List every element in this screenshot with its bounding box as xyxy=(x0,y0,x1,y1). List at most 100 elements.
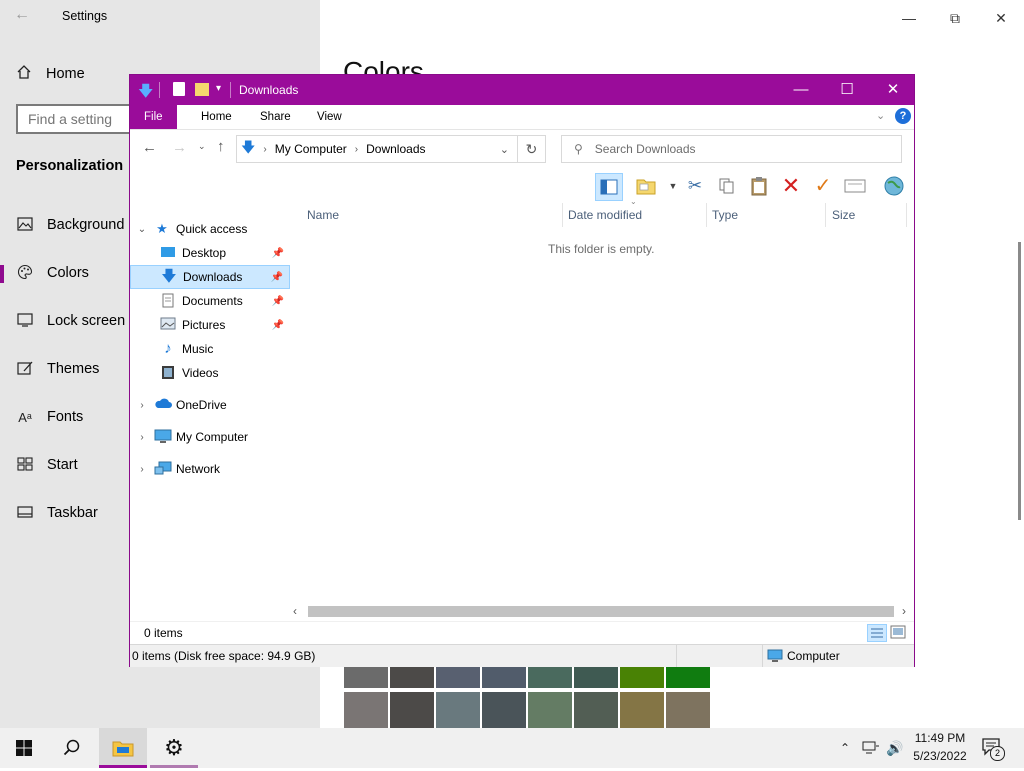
file-explorer-taskbar-icon[interactable] xyxy=(99,728,147,768)
color-swatch[interactable] xyxy=(390,666,434,688)
color-swatch[interactable] xyxy=(574,692,618,728)
address-dropdown-icon[interactable]: ⌄ xyxy=(500,143,509,156)
chevron-right-icon[interactable]: › xyxy=(136,464,148,475)
expand-ribbon-icon[interactable]: ⌄ xyxy=(876,109,885,122)
tab-view[interactable]: View xyxy=(303,105,356,129)
chevron-right-icon[interactable]: › xyxy=(136,400,148,411)
chevron-down-icon[interactable]: ⌄ xyxy=(136,224,148,235)
delete-icon[interactable]: ✕ xyxy=(778,173,804,199)
tab-home[interactable]: Home xyxy=(187,105,246,129)
windows-start-icon[interactable] xyxy=(0,728,48,768)
nav-music[interactable]: ♪ Music xyxy=(130,337,290,361)
scroll-left-icon[interactable]: ‹ xyxy=(293,604,297,618)
scrollbar-thumb[interactable] xyxy=(1018,242,1021,520)
tab-share[interactable]: Share xyxy=(246,105,305,129)
column-divider[interactable] xyxy=(825,203,826,227)
show-hidden-icons-icon[interactable]: ⌃ xyxy=(840,728,850,768)
restore-icon[interactable]: ⧉ xyxy=(932,4,978,32)
color-swatch[interactable] xyxy=(436,692,480,728)
nav-videos[interactable]: Videos xyxy=(130,361,290,385)
column-divider[interactable] xyxy=(906,203,907,227)
scrollbar-thumb[interactable] xyxy=(308,606,894,617)
desktop-icon xyxy=(160,245,176,261)
color-swatch[interactable] xyxy=(620,692,664,728)
breadcrumb-my-computer[interactable]: My Computer xyxy=(275,142,347,156)
settings-gear-icon[interactable]: ⚙ xyxy=(150,728,198,768)
status-text: 0 items (Disk free space: 94.9 GB) xyxy=(132,649,316,663)
breadcrumb-downloads[interactable]: Downloads xyxy=(366,142,425,156)
minimize-icon[interactable]: — xyxy=(778,75,824,105)
maximize-icon[interactable]: ☐ xyxy=(824,75,870,105)
nav-documents[interactable]: Documents 📌 xyxy=(130,289,290,313)
color-swatch[interactable] xyxy=(482,666,526,688)
up-arrow-icon[interactable]: ↑ xyxy=(217,138,225,155)
new-folder-icon[interactable] xyxy=(195,83,209,96)
downloads-icon: 🡇 xyxy=(241,139,256,155)
column-divider[interactable] xyxy=(562,203,563,227)
help-icon[interactable]: ? xyxy=(895,108,911,124)
close-icon[interactable]: ✕ xyxy=(978,4,1024,32)
nav-pictures[interactable]: Pictures 📌 xyxy=(130,313,290,337)
volume-icon[interactable]: 🔊 xyxy=(886,728,903,768)
color-swatch[interactable] xyxy=(574,666,618,688)
nav-network[interactable]: › Network xyxy=(130,457,290,481)
nav-onedrive[interactable]: › OneDrive xyxy=(130,393,290,417)
horizontal-scrollbar[interactable]: ‹ › xyxy=(290,603,914,620)
cloud-icon xyxy=(154,397,172,413)
nav-label: Documents xyxy=(182,294,243,308)
nav-quick-access[interactable]: ⌄ ★ Quick access xyxy=(130,217,290,241)
new-item-icon[interactable] xyxy=(633,173,659,199)
color-swatch[interactable] xyxy=(620,666,664,688)
close-icon[interactable]: ✕ xyxy=(870,75,916,105)
color-swatch[interactable] xyxy=(666,692,710,728)
column-divider[interactable] xyxy=(706,203,707,227)
lock-screen-icon xyxy=(16,312,34,330)
navigation-pane-icon[interactable] xyxy=(595,173,623,201)
notification-center-icon[interactable]: 2 xyxy=(982,737,1005,761)
nav-my-computer[interactable]: › My Computer xyxy=(130,425,290,449)
minimize-icon[interactable]: — xyxy=(886,4,932,32)
nav-desktop[interactable]: Desktop 📌 xyxy=(130,241,290,265)
column-header-size[interactable]: Size xyxy=(832,203,855,227)
palette-icon xyxy=(16,264,34,283)
scroll-right-icon[interactable]: › xyxy=(902,604,906,618)
color-swatch[interactable] xyxy=(528,666,572,688)
refresh-icon[interactable]: ↻ xyxy=(518,135,546,163)
search-box[interactable]: ⚲ Search Downloads xyxy=(561,135,902,163)
color-swatch[interactable] xyxy=(528,692,572,728)
globe-icon[interactable] xyxy=(881,173,907,199)
nav-label: Pictures xyxy=(182,318,226,332)
nav-downloads[interactable]: 🡇 Downloads 📌 xyxy=(130,265,290,289)
rename-check-icon[interactable]: ✓ xyxy=(810,173,836,199)
notification-count-badge: 2 xyxy=(990,746,1005,761)
copy-icon[interactable] xyxy=(714,173,740,199)
column-header-date-modified[interactable]: Date modified xyxy=(568,203,642,227)
column-header-name[interactable]: Name xyxy=(307,203,339,227)
color-swatch[interactable] xyxy=(344,666,388,688)
forward-arrow-icon[interactable]: → xyxy=(172,139,187,156)
address-bar[interactable]: 🡇 › My Computer › Downloads ⌄ xyxy=(236,135,518,163)
details-view-icon[interactable] xyxy=(867,624,887,642)
properties-icon[interactable] xyxy=(173,82,185,96)
tab-file[interactable]: File xyxy=(130,105,177,129)
recent-locations-icon[interactable]: ⌄ xyxy=(198,141,206,152)
color-swatch[interactable] xyxy=(482,692,526,728)
column-header-type[interactable]: Type xyxy=(712,203,738,227)
cut-icon[interactable]: ✂ xyxy=(682,173,708,199)
paste-icon[interactable] xyxy=(746,173,772,199)
properties-icon[interactable] xyxy=(842,173,868,199)
search-icon[interactable] xyxy=(48,728,96,768)
explorer-titlebar[interactable]: 🡇 ▾ Downloads — ☐ ✕ xyxy=(130,75,914,105)
color-swatch[interactable] xyxy=(344,692,388,728)
back-arrow-icon[interactable]: ← xyxy=(14,6,34,26)
chevron-right-icon[interactable]: › xyxy=(136,432,148,443)
large-icons-view-icon[interactable] xyxy=(890,625,906,642)
customize-quick-access-icon[interactable]: ▾ xyxy=(216,83,221,94)
network-tray-icon[interactable] xyxy=(862,728,880,768)
home-link[interactable]: Home xyxy=(16,62,85,86)
pin-icon: 📌 xyxy=(271,247,284,259)
color-swatch[interactable] xyxy=(666,666,710,688)
color-swatch[interactable] xyxy=(390,692,434,728)
color-swatch[interactable] xyxy=(436,666,480,688)
back-arrow-icon[interactable]: ← xyxy=(142,139,157,156)
